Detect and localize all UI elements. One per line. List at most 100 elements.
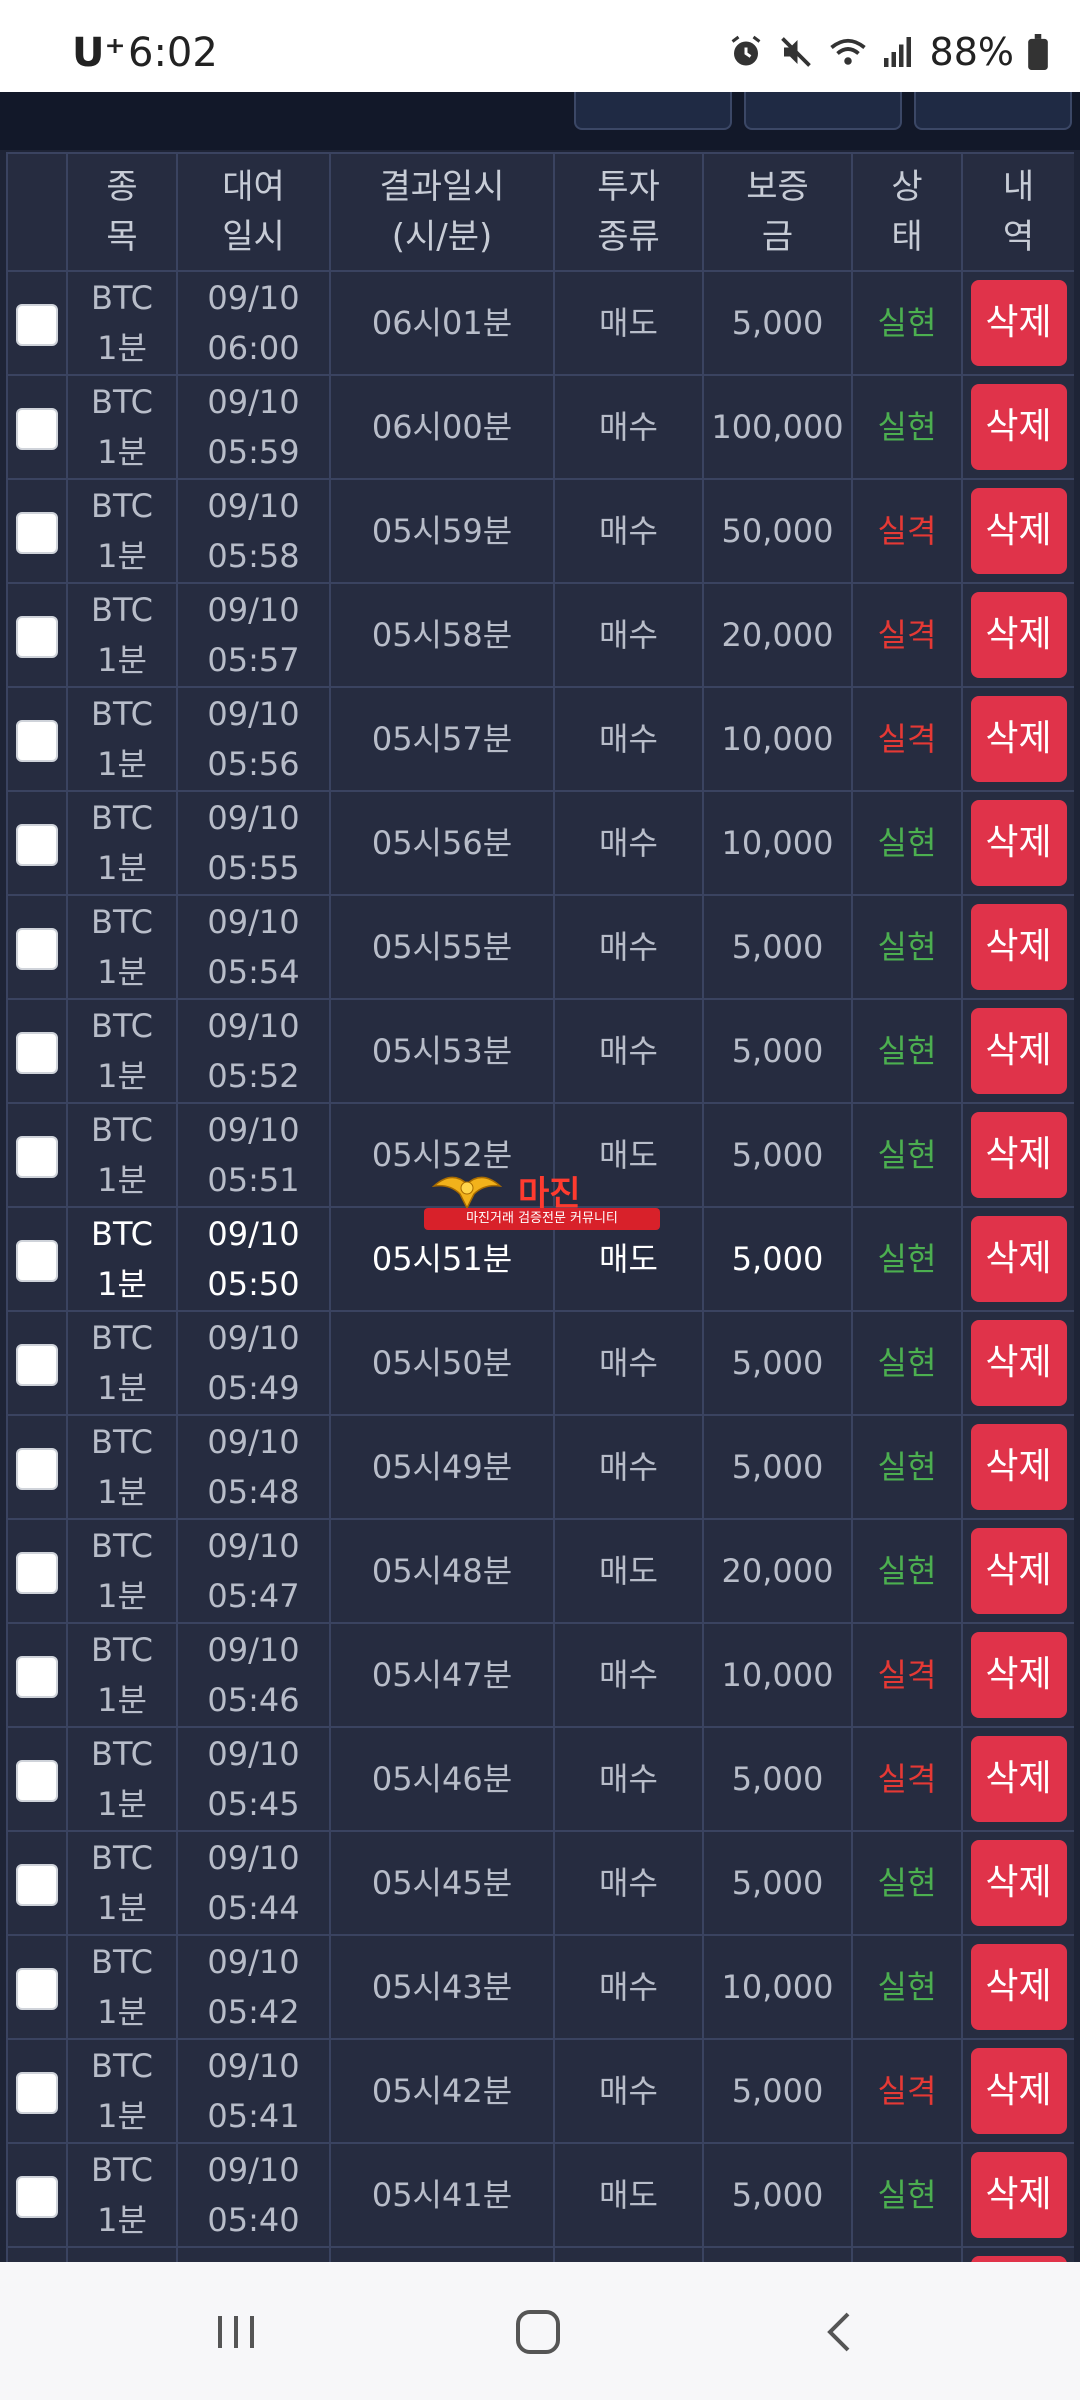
row-checkbox[interactable] bbox=[16, 1032, 58, 1074]
date-day: 09/10 bbox=[207, 903, 300, 941]
clock: 6:02 bbox=[128, 30, 218, 76]
result-time-cell: 05시46분 bbox=[329, 1726, 555, 1832]
date-day: 09/10 bbox=[207, 799, 300, 837]
delete-button[interactable]: 삭제 bbox=[970, 280, 1067, 366]
type-cell: 매수 bbox=[553, 790, 704, 896]
delete-button[interactable]: 삭제 bbox=[970, 800, 1067, 886]
row-checkbox[interactable] bbox=[16, 1864, 58, 1906]
watermark-tagline: 마진거래 검증전문 커뮤니티 bbox=[424, 1208, 660, 1230]
date-cell: 09/10 05:48 bbox=[176, 1414, 331, 1520]
type-cell: 매수 bbox=[553, 582, 704, 688]
table-row: BTC 삭제 bbox=[6, 2246, 1074, 2262]
state-cell: 실현 bbox=[851, 2142, 963, 2248]
row-checkbox[interactable] bbox=[16, 1136, 58, 1178]
action-cell: 삭제 bbox=[961, 998, 1074, 1104]
top-button-3[interactable] bbox=[914, 92, 1072, 130]
delete-button[interactable]: 삭제 bbox=[970, 1112, 1067, 1198]
row-checkbox[interactable] bbox=[16, 2072, 58, 2114]
top-button-1[interactable] bbox=[574, 92, 732, 130]
symbol-interval: 1분 bbox=[97, 329, 147, 367]
home-icon[interactable] bbox=[508, 2302, 568, 2362]
row-select-cell bbox=[6, 582, 68, 688]
delete-button[interactable]: 삭제 bbox=[970, 1632, 1067, 1718]
row-checkbox[interactable] bbox=[16, 616, 58, 658]
header-state-line2: 태 bbox=[891, 217, 923, 257]
recent-apps-icon[interactable] bbox=[206, 2302, 266, 2362]
row-checkbox[interactable] bbox=[16, 1656, 58, 1698]
header-symbol: 종목 bbox=[66, 152, 178, 272]
row-select-cell bbox=[6, 2038, 68, 2144]
symbol-name: BTC bbox=[91, 383, 153, 421]
back-icon[interactable] bbox=[810, 2302, 870, 2362]
date-time: 05:57 bbox=[207, 641, 300, 679]
delete-button[interactable]: 삭제 bbox=[970, 2048, 1067, 2134]
symbol-name: BTC bbox=[91, 799, 153, 837]
delete-button[interactable]: 삭제 bbox=[970, 1944, 1067, 2030]
amount-cell: 10,000 bbox=[702, 1622, 853, 1728]
table-row: BTC 1분 09/10 05:44 05시45분 매수 5,000 실현 삭제 bbox=[6, 1830, 1074, 1936]
row-select-cell bbox=[6, 998, 68, 1104]
delete-button[interactable]: 삭제 bbox=[970, 904, 1067, 990]
state-cell: 실격 bbox=[851, 478, 963, 584]
delete-button[interactable]: 삭제 bbox=[970, 1216, 1067, 1302]
amount-cell: 5,000 bbox=[702, 1414, 853, 1520]
state-cell: 실현 bbox=[851, 894, 963, 1000]
date-day: 09/10 bbox=[207, 2047, 300, 2085]
symbol-interval: 1분 bbox=[97, 2097, 147, 2135]
delete-button[interactable]: 삭제 bbox=[970, 1320, 1067, 1406]
date-cell: 09/10 05:49 bbox=[176, 1310, 331, 1416]
symbol-interval: 1분 bbox=[97, 953, 147, 991]
delete-button[interactable]: 삭제 bbox=[970, 488, 1067, 574]
row-checkbox[interactable] bbox=[16, 1344, 58, 1386]
symbol-interval: 1분 bbox=[97, 1785, 147, 1823]
delete-button[interactable]: 삭제 bbox=[970, 384, 1067, 470]
delete-button[interactable]: 삭제 bbox=[970, 592, 1067, 678]
carrier-label: U⁺ bbox=[72, 30, 126, 76]
amount-cell: 5,000 bbox=[702, 1310, 853, 1416]
header-date-line1: 대여 bbox=[222, 167, 285, 207]
row-select-cell bbox=[6, 374, 68, 480]
delete-button[interactable]: 삭제 bbox=[970, 1424, 1067, 1510]
symbol-name: BTC bbox=[91, 1007, 153, 1045]
delete-button[interactable]: 삭제 bbox=[970, 1736, 1067, 1822]
symbol-name: BTC bbox=[91, 1735, 153, 1773]
row-checkbox[interactable] bbox=[16, 2176, 58, 2218]
row-checkbox[interactable] bbox=[16, 1760, 58, 1802]
type-cell: 매수 bbox=[553, 2038, 704, 2144]
row-checkbox[interactable] bbox=[16, 304, 58, 346]
result-time-cell: 05시50분 bbox=[329, 1310, 555, 1416]
row-checkbox[interactable] bbox=[16, 928, 58, 970]
row-checkbox[interactable] bbox=[16, 512, 58, 554]
type-cell: 매수 bbox=[553, 998, 704, 1104]
row-checkbox[interactable] bbox=[16, 408, 58, 450]
row-checkbox[interactable] bbox=[16, 1968, 58, 2010]
state-cell: 실격 bbox=[851, 1622, 963, 1728]
row-checkbox[interactable] bbox=[16, 1552, 58, 1594]
symbol-cell: BTC 1분 bbox=[66, 1518, 178, 1624]
symbol-name: BTC bbox=[91, 1319, 153, 1357]
date-day: 09/10 bbox=[207, 695, 300, 733]
date-cell bbox=[176, 2246, 331, 2262]
delete-button[interactable]: 삭제 bbox=[970, 696, 1067, 782]
row-checkbox[interactable] bbox=[16, 720, 58, 762]
action-cell: 삭제 bbox=[961, 478, 1074, 584]
amount-cell: 5,000 bbox=[702, 998, 853, 1104]
row-select-cell bbox=[6, 270, 68, 376]
table-row: BTC 1분 09/10 05:58 05시59분 매수 50,000 실격 삭제 bbox=[6, 478, 1074, 584]
row-checkbox[interactable] bbox=[16, 1240, 58, 1282]
delete-button[interactable]: 삭제 bbox=[970, 1840, 1067, 1926]
status-icons: 88% bbox=[728, 28, 1048, 76]
header-symbol-line2: 목 bbox=[106, 217, 138, 257]
row-checkbox[interactable] bbox=[16, 1448, 58, 1490]
date-cell: 09/10 05:47 bbox=[176, 1518, 331, 1624]
row-checkbox[interactable] bbox=[16, 824, 58, 866]
top-button-2[interactable] bbox=[744, 92, 902, 130]
delete-button[interactable]: 삭제 bbox=[970, 2152, 1067, 2238]
result-time-cell: 06시01분 bbox=[329, 270, 555, 376]
date-time: 05:40 bbox=[207, 2201, 300, 2239]
delete-button[interactable]: 삭제 bbox=[970, 1008, 1067, 1094]
symbol-interval: 1분 bbox=[97, 641, 147, 679]
delete-button[interactable]: 삭제 bbox=[970, 1528, 1067, 1614]
state-cell: 실현 bbox=[851, 998, 963, 1104]
symbol-name: BTC bbox=[91, 1943, 153, 1981]
